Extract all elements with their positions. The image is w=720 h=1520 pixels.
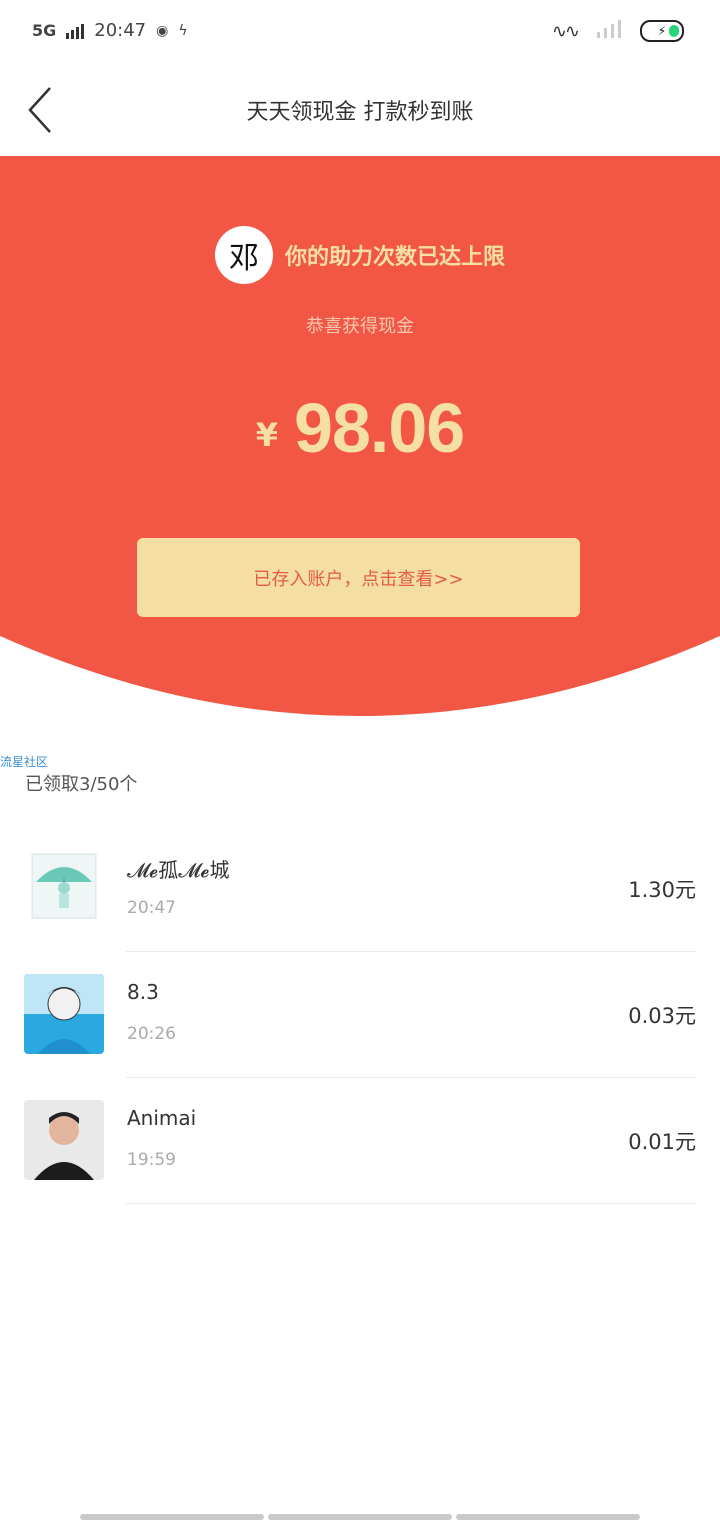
claim-time: 20:26 xyxy=(127,1024,176,1044)
page-header: 天天领现金 打款秒到账 xyxy=(0,64,720,156)
signal-icon xyxy=(66,23,85,39)
list-item: 8.3 20:26 0.03元 xyxy=(0,952,720,1078)
claimer-name: Animai xyxy=(127,1106,197,1130)
community-watermark: 流星社区 xyxy=(0,755,49,769)
status-bar: 5G 20:47 ◉ ϟ ∿∿ ⚡ xyxy=(0,0,720,64)
network-type: 5G xyxy=(32,21,57,40)
claim-amount: 1.30元 xyxy=(628,878,696,902)
status-time: 20:47 xyxy=(94,20,147,41)
man-photo-avatar xyxy=(24,1100,104,1180)
cash-amount: 98.06 xyxy=(294,389,465,467)
claim-list: 𝓜𝓮孤𝓜𝓮城 20:47 1.30元 8.3 20:26 0.03元 Anima… xyxy=(0,826,720,1204)
hd-voice-icon: ∿∿ xyxy=(551,20,580,42)
cash-amount-row: ¥ 98.06 xyxy=(0,388,720,468)
limit-message: 你的助力次数已达上限 xyxy=(284,245,505,270)
claim-amount: 0.01元 xyxy=(628,1130,696,1154)
status-bar-left: 5G 20:47 ◉ ϟ xyxy=(32,20,188,41)
home-indicator[interactable] xyxy=(80,1514,640,1520)
user-logo: 邓 xyxy=(214,226,273,284)
hero-curve xyxy=(0,636,720,716)
currency-symbol: ¥ xyxy=(255,416,279,454)
received-count: 已领取3/50个 xyxy=(25,774,138,795)
page-title: 天天领现金 打款秒到账 xyxy=(246,100,474,125)
umbrella-girl-avatar xyxy=(24,848,104,928)
battery-icon: ⚡ xyxy=(640,20,684,42)
list-item: 𝓜𝓮孤𝓜𝓮城 20:47 1.30元 xyxy=(0,826,720,952)
view-account-button[interactable]: 已存入账户，点击查看>> xyxy=(137,538,580,617)
divider xyxy=(126,1203,696,1204)
status-bar-right: ∿∿ ⚡ xyxy=(552,20,684,42)
logo-row: 邓 你的助力次数已达上限 xyxy=(0,226,720,284)
congrats-text: 恭喜获得现金 xyxy=(306,316,414,337)
charging-bolt-icon: ϟ xyxy=(178,22,188,39)
claim-amount: 0.03元 xyxy=(628,1004,696,1028)
app-notification-icon: ◉ xyxy=(156,22,169,39)
claimer-name: 𝓜𝓮孤𝓜𝓮城 xyxy=(127,858,230,882)
anime-boy-avatar xyxy=(24,974,104,1054)
wifi-icon xyxy=(596,20,622,42)
claim-time: 19:59 xyxy=(127,1150,176,1170)
list-item: Animai 19:59 0.01元 xyxy=(0,1078,720,1204)
claimer-name: 8.3 xyxy=(127,980,159,1004)
claim-time: 20:47 xyxy=(127,898,176,918)
battery-charging-icon: ⚡ xyxy=(657,24,667,38)
